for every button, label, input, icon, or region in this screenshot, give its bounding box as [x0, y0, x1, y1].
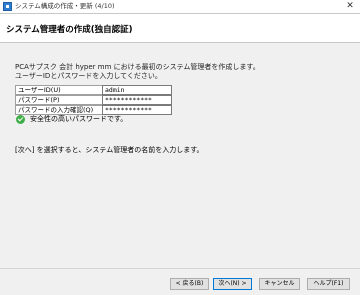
- page-header: システム管理者の作成(独自認証): [0, 13, 360, 43]
- user-id-row: ユーザーID(U): [15, 85, 175, 95]
- password-confirm-label: パスワードの入力確認(Q): [15, 105, 102, 115]
- footer-bar: < 戻る(B) 次へ(N) > キャンセル ヘルプ(F1): [0, 268, 360, 295]
- page-title: システム管理者の作成(独自認証): [6, 25, 133, 35]
- title-bar: システム構成の作成・更新 (4/10) ✕: [0, 0, 360, 13]
- help-button[interactable]: ヘルプ(F1): [307, 278, 350, 290]
- password-input[interactable]: [102, 95, 172, 105]
- main-panel: PCAサプスク 会計 hyper mm における最初のシステム管理者を作成します…: [0, 43, 360, 268]
- description: PCAサプスク 会計 hyper mm における最初のシステム管理者を作成します…: [15, 63, 260, 81]
- next-step-hint: [次へ] を選択すると、システム管理者の名前を入力します。: [15, 146, 204, 154]
- user-id-label: ユーザーID(U): [15, 85, 102, 95]
- close-button[interactable]: ✕: [343, 0, 357, 12]
- app-icon: [3, 2, 12, 11]
- back-button[interactable]: < 戻る(B): [170, 278, 209, 290]
- password-row: パスワード(P): [15, 95, 175, 105]
- password-confirm-input[interactable]: [102, 105, 172, 115]
- description-line-2: ユーザーIDとパスワードを入力してください。: [15, 72, 162, 80]
- password-label: パスワード(P): [15, 95, 102, 105]
- password-confirm-row: パスワードの入力確認(Q): [15, 105, 175, 115]
- description-line-1: PCAサプスク 会計 hyper mm における最初のシステム管理者を作成します…: [15, 63, 260, 71]
- window-title: システム構成の作成・更新 (4/10): [15, 2, 115, 10]
- check-circle-icon: [16, 115, 25, 124]
- next-button[interactable]: 次へ(N) >: [213, 278, 252, 290]
- status-text: 安全性の高いパスワードです。: [30, 115, 128, 123]
- cancel-button[interactable]: キャンセル: [259, 278, 300, 290]
- user-id-input[interactable]: [102, 85, 172, 95]
